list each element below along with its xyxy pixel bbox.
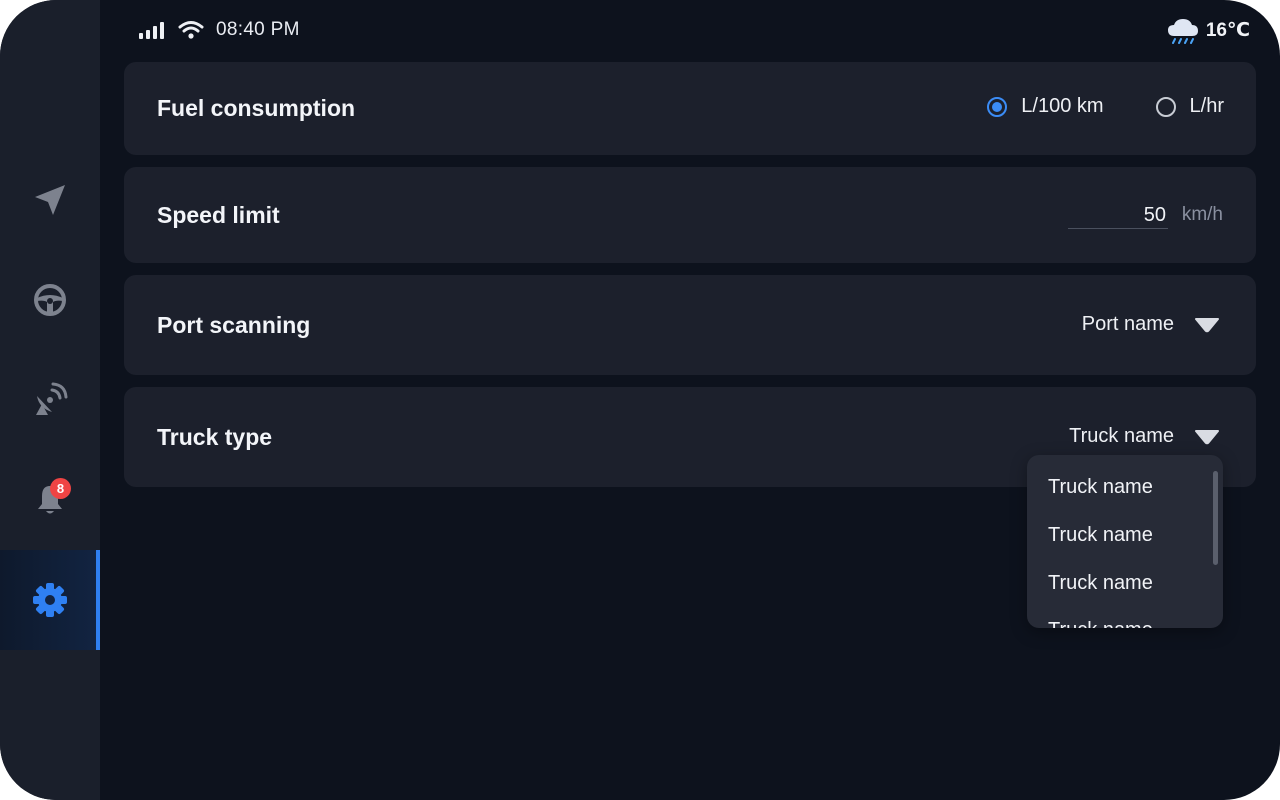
navigation-arrow-icon	[35, 185, 65, 215]
temperature: 16℃	[1205, 19, 1250, 41]
status-time: 08:40 PM	[216, 19, 300, 40]
menu-scrollbar[interactable]	[1213, 471, 1218, 565]
speed-limit-input[interactable]: 50	[1068, 201, 1168, 229]
menu-item-truck[interactable]: Truck name	[1048, 619, 1153, 628]
truck-type-menu: Truck name Truck name Truck name Truck n…	[1027, 455, 1223, 628]
speed-unit: km/h	[1181, 204, 1223, 225]
port-scanning-card: Port scanning Port name	[124, 275, 1256, 375]
fuel-unit-radio-group: L/100 km L/hr	[987, 95, 1224, 118]
gear-icon	[33, 583, 67, 617]
radio-l-per-hr[interactable]: L/hr	[1155, 95, 1224, 118]
steering-wheel-icon	[34, 284, 66, 316]
status-left: 08:40 PM	[138, 18, 300, 42]
wifi-icon	[178, 21, 204, 39]
radio-label: L/hr	[1189, 95, 1224, 117]
menu-item-truck[interactable]: Truck name	[1048, 476, 1153, 499]
rain-cloud-icon	[1167, 19, 1198, 44]
radio-label: L/100 km	[1021, 95, 1104, 117]
truck-name-dropdown[interactable]: Truck name	[1069, 425, 1220, 448]
app-screen: 8 08:40 PM 16℃ Fuel consumption L/100 km…	[0, 0, 1280, 800]
radio-checked-icon	[987, 96, 1008, 117]
fuel-consumption-title: Fuel consumption	[157, 95, 356, 121]
radio-unchecked-icon	[1155, 96, 1176, 117]
notification-badge: 8	[50, 478, 71, 499]
caret-down-icon	[1195, 429, 1219, 444]
dropdown-value: Port name	[1081, 313, 1174, 335]
menu-item-truck[interactable]: Truck name	[1048, 572, 1153, 595]
signal-icon	[139, 22, 164, 39]
sidebar-item-navigation[interactable]	[0, 150, 100, 250]
sidebar-item-settings[interactable]	[0, 550, 100, 650]
sidebar-item-driving[interactable]	[0, 250, 100, 350]
caret-down-icon	[1195, 317, 1219, 332]
satellite-dish-icon	[36, 382, 68, 415]
sidebar-item-notifications[interactable]: 8	[0, 450, 100, 550]
fuel-consumption-card: Fuel consumption L/100 km L/hr	[124, 62, 1256, 155]
sidebar-item-satellite[interactable]	[0, 350, 100, 450]
radio-l-per-100km[interactable]: L/100 km	[987, 95, 1104, 118]
truck-type-title: Truck type	[157, 424, 273, 450]
dropdown-value: Truck name	[1069, 425, 1174, 447]
speed-limit-title: Speed limit	[157, 202, 280, 228]
sidebar: 8	[0, 0, 100, 800]
status-right: 16℃	[1166, 16, 1250, 44]
port-scanning-title: Port scanning	[157, 312, 311, 338]
menu-item-truck[interactable]: Truck name	[1048, 524, 1153, 547]
status-bar: 08:40 PM 16℃	[100, 0, 1280, 62]
speed-limit-card: Speed limit 50 km/h	[124, 167, 1256, 263]
port-name-dropdown[interactable]: Port name	[1082, 313, 1220, 336]
